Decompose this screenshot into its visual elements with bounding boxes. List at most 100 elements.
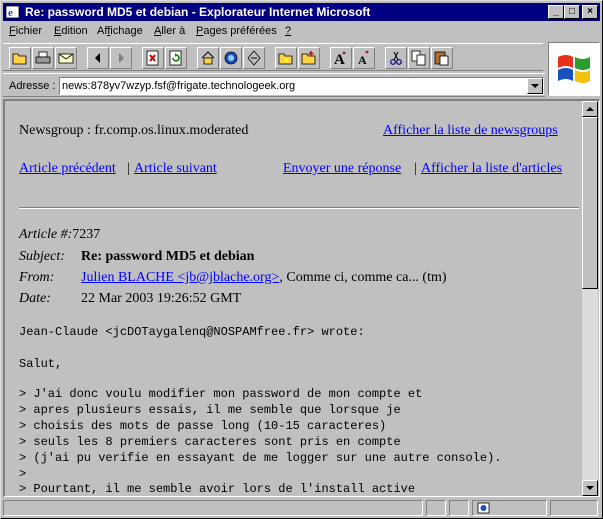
article-number: Article #:7237	[19, 227, 101, 242]
internet-explorer-icon: e	[5, 5, 20, 19]
add-favorite-icon	[301, 51, 316, 65]
vertical-scrollbar[interactable]	[582, 101, 598, 496]
open-folder-icon	[12, 53, 27, 65]
next-article-link[interactable]: Article suivant	[134, 161, 217, 177]
history-button[interactable]	[243, 47, 265, 69]
cut-button[interactable]	[385, 47, 407, 69]
body-line: >	[19, 467, 27, 481]
from-email-link[interactable]: Julien BLACHE <jb@jblache.org>	[81, 270, 279, 285]
menu-edition[interactable]: Edition	[54, 25, 88, 37]
font-smaller-button[interactable]: A	[353, 47, 375, 69]
date-label: Date:	[19, 291, 51, 306]
paste-icon	[434, 51, 449, 66]
add-favorite-button[interactable]	[298, 47, 320, 69]
menu-help[interactable]: ?	[285, 25, 291, 37]
address-bar: Adresse : news:878yv7wzyp.fsf@frigate.te…	[3, 73, 545, 97]
refresh-icon	[169, 50, 182, 66]
show-articles-link[interactable]: Afficher la liste d'articles	[421, 161, 562, 177]
font-smaller-icon: A	[358, 51, 369, 66]
favorites-button[interactable]	[275, 47, 297, 69]
search-button[interactable]	[220, 47, 242, 69]
font-larger-icon: A	[334, 51, 346, 66]
search-icon	[224, 51, 238, 65]
forward-button[interactable]	[110, 47, 132, 69]
windows-flag-icon	[549, 43, 599, 95]
maximize-button[interactable]: □	[564, 5, 580, 19]
history-icon	[247, 50, 261, 66]
windows-logo	[548, 42, 600, 96]
chevron-up-icon	[586, 107, 594, 111]
address-label: Adresse :	[9, 80, 56, 92]
print-button[interactable]	[32, 47, 54, 69]
send-reply-link[interactable]: Envoyer une réponse	[283, 161, 401, 177]
mail-button[interactable]	[55, 47, 77, 69]
chevron-down-icon	[586, 486, 594, 490]
chevron-down-icon	[531, 84, 539, 88]
menu-bar: Fichier Edition Affichage Aller à Pages …	[3, 23, 543, 41]
open-button[interactable]	[9, 47, 31, 69]
page-content: Newsgroup : fr.comp.os.linux.moderated A…	[5, 101, 582, 496]
stop-button[interactable]	[142, 47, 164, 69]
close-button[interactable]: ×	[582, 5, 598, 19]
body-line: Jean-Claude <jcDOTaygalenq@NOSPAMfree.fr…	[19, 325, 365, 339]
svg-text:A: A	[334, 52, 345, 66]
body-line: Salut,	[19, 357, 63, 371]
scroll-up-button[interactable]	[582, 101, 598, 117]
copy-button[interactable]	[408, 47, 430, 69]
status-pane	[426, 500, 446, 516]
menu-aller-a[interactable]: Aller à	[154, 25, 185, 37]
menu-fichier[interactable]: Fichier	[9, 25, 42, 37]
body-line: > apres plusieurs essais, il me semble q…	[19, 403, 401, 417]
prev-article-link[interactable]: Article précédent	[19, 161, 116, 177]
title-bar[interactable]: e Re: password MD5 et debian - Explorate…	[3, 3, 600, 21]
date-value: 22 Mar 2003 19:26:52 GMT	[81, 291, 242, 306]
back-arrow-icon	[95, 53, 100, 63]
divider	[19, 207, 579, 209]
body-line: > choisis des mots de passe long (10-15 …	[19, 419, 387, 433]
newsgroup-label: Newsgroup : fr.comp.os.linux.moderated	[19, 123, 249, 138]
forward-arrow-icon	[119, 53, 124, 63]
browser-window: e Re: password MD5 et debian - Explorate…	[0, 0, 603, 519]
menu-pages-preferees[interactable]: Pages préférées	[196, 25, 277, 37]
font-larger-button[interactable]: A	[330, 47, 352, 69]
body-line: > J'ai donc voulu modifier mon password …	[19, 387, 423, 401]
nav-separator: |	[127, 161, 130, 176]
body-line: > seuls les 8 premiers caracteres sont p…	[19, 435, 401, 449]
home-button[interactable]	[197, 47, 219, 69]
body-line: > Pourtant, il me semble avoir lors de l…	[19, 482, 416, 496]
stop-icon	[146, 50, 159, 66]
copy-icon	[411, 50, 426, 66]
home-icon	[201, 51, 215, 65]
mail-icon	[58, 53, 74, 64]
paste-button[interactable]	[431, 47, 453, 69]
refresh-button[interactable]	[165, 47, 187, 69]
toolbar: A A	[3, 43, 543, 71]
svg-text:A: A	[358, 53, 367, 66]
status-zone-pane	[472, 500, 547, 516]
content-frame: Newsgroup : fr.comp.os.linux.moderated A…	[3, 99, 600, 497]
menu-affichage[interactable]: Affichage	[97, 25, 143, 37]
status-pane	[449, 500, 469, 516]
show-newsgroups-link[interactable]: Afficher la liste de newsgroups	[383, 123, 558, 139]
nav-separator: |	[414, 161, 417, 176]
address-input[interactable]: news:878yv7wzyp.fsf@frigate.technologeek…	[59, 77, 544, 95]
scroll-thumb[interactable]	[582, 117, 598, 289]
status-bar	[3, 499, 600, 517]
favorites-folder-icon	[278, 53, 293, 65]
minimize-button[interactable]: _	[548, 5, 564, 19]
from-value: Julien BLACHE <jb@jblache.org>, Comme ci…	[81, 270, 447, 285]
from-label: From:	[19, 270, 55, 285]
subject-value: Re: password MD5 et debian	[81, 249, 255, 264]
internet-zone-icon	[477, 502, 490, 514]
address-dropdown-button[interactable]	[527, 78, 543, 94]
cut-icon	[390, 51, 402, 65]
scroll-down-button[interactable]	[582, 480, 598, 496]
window-title: Re: password MD5 et debian - Explorateur…	[25, 5, 371, 19]
status-text-pane	[3, 500, 423, 516]
print-icon	[35, 51, 51, 64]
body-line: > (j'ai pu verifie en essayant de me log…	[19, 451, 502, 465]
back-button[interactable]	[87, 47, 109, 69]
subject-label: Subject:	[19, 249, 65, 264]
svg-text:e: e	[8, 7, 13, 19]
address-value: news:878yv7wzyp.fsf@frigate.technologeek…	[62, 80, 296, 92]
